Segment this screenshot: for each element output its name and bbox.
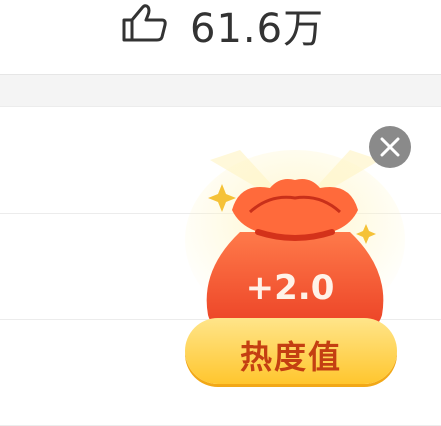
close-button[interactable] [369, 126, 411, 168]
like-stat-row: 61.6万 [0, 0, 441, 75]
heat-value-reward-popup[interactable]: +2.0 热度值 [180, 120, 411, 400]
close-icon [380, 137, 400, 157]
section-separator [0, 75, 441, 106]
heat-value-badge[interactable]: 热度值 [185, 318, 397, 384]
thumbs-up-icon[interactable] [120, 2, 170, 42]
like-count: 61.6万 [190, 6, 325, 52]
reward-value: +2.0 [245, 268, 335, 308]
divider [0, 106, 441, 107]
heat-value-label: 热度值 [239, 338, 342, 376]
